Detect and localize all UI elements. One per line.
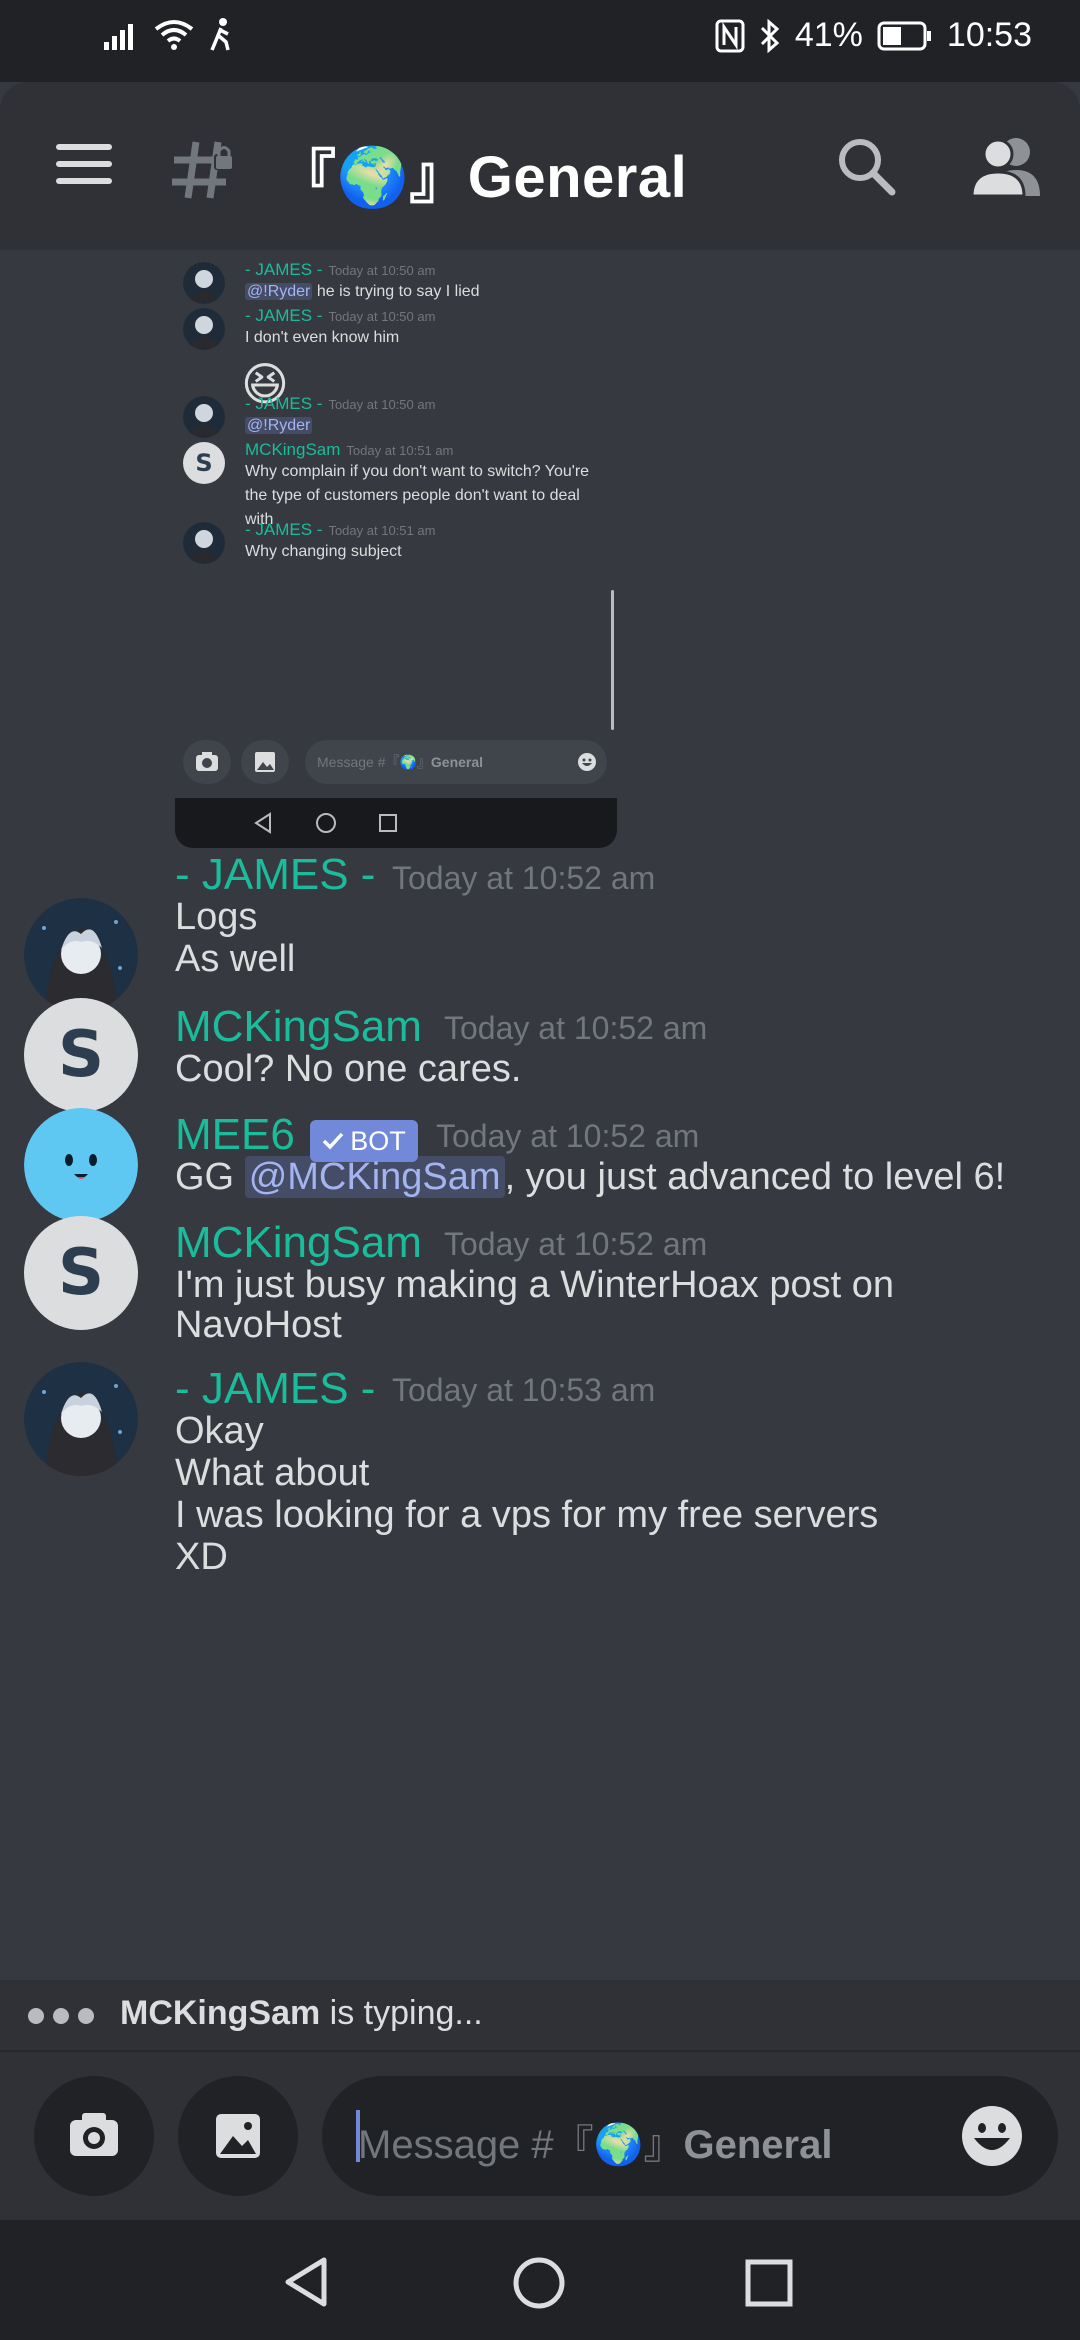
- emoji-icon[interactable]: [960, 2104, 1024, 2168]
- check-icon: [322, 1132, 344, 1150]
- recents-icon: [379, 814, 397, 832]
- nfc-icon: [715, 19, 745, 52]
- message-composer: Message #『🌍』General: [0, 2052, 1080, 2220]
- wifi-icon: [154, 20, 194, 50]
- message-text: I don't even know him: [245, 329, 400, 346]
- back-icon: [254, 812, 271, 834]
- search-icon[interactable]: [834, 134, 898, 198]
- walking-icon: [210, 18, 230, 51]
- message-text: Logs: [175, 896, 258, 938]
- avatar: S: [183, 442, 225, 484]
- message-input[interactable]: Message #『🌍』General: [322, 2076, 1058, 2196]
- mention[interactable]: @MCKingSam: [244, 1156, 505, 1198]
- typing-dots-icon: [28, 2008, 94, 2024]
- message-text: I'm just busy making a WinterHoax post o…: [175, 1264, 894, 1306]
- avatar: [183, 308, 225, 350]
- username: - JAMES -: [245, 306, 323, 325]
- username[interactable]: MCKingSam: [175, 1218, 422, 1268]
- username[interactable]: - JAMES -: [175, 850, 375, 900]
- username[interactable]: MCKingSam: [175, 1002, 422, 1052]
- mention: @!Ryder: [245, 283, 313, 300]
- image-icon: [241, 740, 289, 784]
- avatar[interactable]: [24, 898, 138, 1012]
- message-text: I was looking for a vps for my free serv…: [175, 1494, 879, 1536]
- signal-icon: [104, 24, 133, 50]
- battery-icon: [877, 21, 931, 50]
- timestamp: Today at 10:53 am: [392, 1372, 656, 1408]
- home-icon: [316, 813, 336, 833]
- timestamp: Today at 10:52 am: [444, 1010, 708, 1046]
- message-text: Okay: [175, 1410, 264, 1452]
- avatar[interactable]: S: [24, 1216, 138, 1330]
- camera-icon: [183, 740, 231, 784]
- placeholder-prefix: Message #『🌍』: [317, 754, 431, 770]
- bluetooth-icon: [760, 18, 780, 53]
- timestamp: Today at 10:50 am: [328, 263, 436, 278]
- message-text: Cool? No one cares.: [175, 1048, 522, 1090]
- placeholder-prefix: Message #『🌍』: [358, 2123, 684, 2167]
- members-icon[interactable]: [970, 134, 1042, 198]
- camera-button[interactable]: [34, 2076, 154, 2196]
- message-text: Why changing subject: [245, 543, 402, 560]
- message-text: What about: [175, 1452, 370, 1494]
- message-text: the type of customers people don't want …: [245, 487, 580, 504]
- locked-hash-icon: [172, 141, 234, 199]
- message-text: As well: [175, 938, 296, 980]
- timestamp: Today at 10:52 am: [392, 860, 656, 896]
- hamburger-icon[interactable]: [56, 144, 112, 184]
- username: MCKingSam: [245, 440, 341, 459]
- battery-percent: 41%: [794, 16, 863, 54]
- message-text: NavoHost: [175, 1304, 342, 1346]
- embedded-nav-bar: [175, 798, 617, 848]
- placeholder-channel: General: [430, 754, 484, 770]
- mention: @!Ryder: [245, 417, 313, 434]
- home-icon[interactable]: [512, 2256, 566, 2310]
- channel-title: 『🌍』General: [278, 145, 688, 210]
- username: - JAMES -: [245, 260, 323, 279]
- typing-indicator: MCKingSam is typing...: [0, 1980, 1080, 2052]
- avatar: [183, 396, 225, 438]
- message-text-suffix: , you just advanced to level 6!: [504, 1156, 1006, 1198]
- message-text: he is trying to say I lied: [312, 283, 480, 300]
- timestamp: Today at 10:51 am: [346, 443, 454, 458]
- timestamp: Today at 10:50 am: [328, 397, 436, 412]
- status-bar: 41% 10:53: [0, 0, 1080, 82]
- avatar: [183, 262, 225, 304]
- username: - JAMES -: [245, 520, 323, 539]
- image-icon: [216, 2114, 260, 2158]
- avatar[interactable]: [24, 1362, 138, 1476]
- message-text-prefix: GG: [175, 1156, 245, 1198]
- avatar: [183, 522, 225, 564]
- channel-header: 『🌍』General: [0, 82, 1080, 250]
- embedded-message-input: Message #『🌍』General: [305, 740, 607, 784]
- message-text: GG @MCKingSam, you just advanced to leve…: [175, 1156, 1005, 1199]
- emoji-icon: [578, 753, 596, 771]
- clock: 10:53: [946, 16, 1032, 54]
- recents-icon[interactable]: [744, 2258, 794, 2308]
- timestamp: Today at 10:52 am: [436, 1118, 700, 1154]
- back-icon[interactable]: [282, 2256, 330, 2308]
- system-nav-bar: [0, 2220, 1080, 2340]
- timestamp: Today at 10:50 am: [328, 309, 436, 324]
- timestamp: Today at 10:51 am: [328, 523, 436, 538]
- scrollbar: [611, 590, 614, 730]
- username[interactable]: - JAMES -: [175, 1364, 375, 1414]
- typing-text: is typing...: [320, 1994, 483, 2032]
- gallery-button[interactable]: [178, 2076, 298, 2196]
- avatar[interactable]: S: [24, 998, 138, 1112]
- message-text: XD: [175, 1536, 228, 1578]
- username[interactable]: MEE6: [175, 1110, 295, 1160]
- placeholder-channel: General: [683, 2123, 833, 2167]
- screenshot-attachment[interactable]: - JAMES - Today at 10:50 am @!Ryder he is…: [175, 250, 617, 848]
- timestamp: Today at 10:52 am: [444, 1226, 708, 1262]
- typing-user: MCKingSam: [120, 1994, 321, 2032]
- avatar[interactable]: [24, 1108, 138, 1222]
- bot-label: BOT: [350, 1125, 406, 1156]
- embedded-input-bar: Message #『🌍』General: [175, 734, 617, 786]
- username: - JAMES -: [245, 394, 323, 413]
- camera-icon: [70, 2113, 118, 2156]
- message-list[interactable]: - JAMES - Today at 10:50 am @!Ryder he is…: [0, 250, 1080, 1980]
- message-text: Why complain if you don't want to switch…: [245, 463, 590, 480]
